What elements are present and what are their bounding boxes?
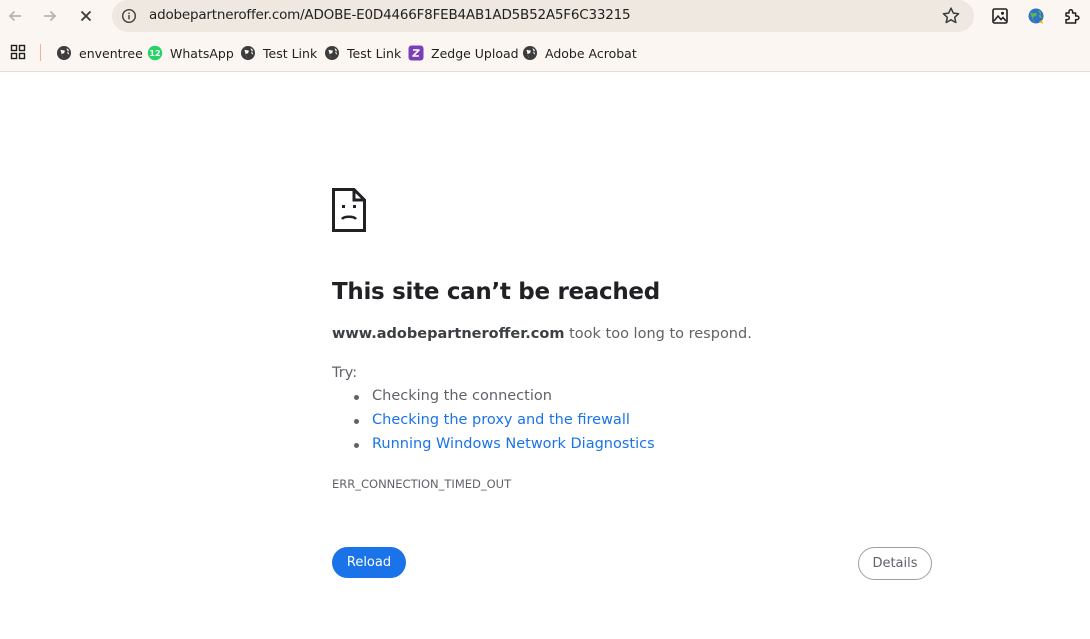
bookmark-zedge-upload[interactable]: Zedge Upload bbox=[408, 43, 519, 63]
bookmark-test-link-1[interactable]: Test Link bbox=[240, 43, 317, 63]
extensions-button[interactable] bbox=[1061, 5, 1083, 27]
bookmark-label: Test Link bbox=[263, 45, 318, 61]
arrow-right-icon bbox=[44, 10, 57, 22]
puzzle-icon bbox=[1065, 8, 1080, 24]
try-label: Try: bbox=[332, 365, 358, 381]
forward-button[interactable] bbox=[36, 3, 64, 29]
arrow-left-icon bbox=[8, 10, 21, 22]
error-code: ERR_CONNECTION_TIMED_OUT bbox=[332, 477, 512, 491]
close-icon bbox=[80, 10, 92, 22]
bookmark-star-icon[interactable] bbox=[940, 5, 962, 27]
site-info-icon[interactable] bbox=[121, 8, 137, 24]
suggestion-network-diagnostics-link[interactable]: Running Windows Network Diagnostics bbox=[354, 436, 655, 460]
bookmark-test-link-2[interactable]: Test Link bbox=[324, 43, 401, 63]
globe-icon bbox=[325, 46, 339, 60]
bookmark-label: Zedge Upload bbox=[431, 45, 519, 61]
bookmark-adobe-acrobat[interactable]: Adobe Acrobat bbox=[522, 43, 637, 63]
error-title: This site can’t be reached bbox=[332, 279, 660, 305]
suggestion-check-connection: Checking the connection bbox=[354, 388, 655, 412]
details-button[interactable]: Details bbox=[858, 547, 932, 580]
error-message: took too long to respond. bbox=[564, 326, 752, 342]
back-button[interactable] bbox=[1, 3, 29, 29]
stop-loading-button[interactable] bbox=[72, 3, 100, 29]
bookmark-label: WhatsApp bbox=[170, 45, 234, 61]
suggestion-check-proxy-firewall-link[interactable]: Checking the proxy and the firewall bbox=[354, 412, 655, 436]
image-icon bbox=[992, 8, 1008, 24]
bookmark-label: Adobe Acrobat bbox=[545, 45, 637, 61]
globe-icon bbox=[241, 46, 255, 60]
bookmarks-separator bbox=[40, 44, 41, 61]
whatsapp-icon: 12 bbox=[147, 45, 163, 61]
error-description: www.adobepartneroffer.com took too long … bbox=[332, 326, 752, 342]
address-bar[interactable]: adobepartneroffer.com/ADOBE-E0D4466F8FEB… bbox=[112, 0, 974, 32]
suggestions-list: Checking the connection Checking the pro… bbox=[354, 388, 655, 460]
bookmarks-bar: enventree 12 WhatsApp Test Link Test Lin… bbox=[0, 34, 1090, 72]
error-page: This site can’t be reached www.adobepart… bbox=[0, 73, 1090, 639]
bookmark-label: enventree bbox=[79, 45, 143, 61]
reload-button[interactable]: Reload bbox=[332, 547, 406, 578]
error-host: www.adobepartneroffer.com bbox=[332, 326, 565, 342]
apps-grid-icon[interactable] bbox=[10, 44, 26, 60]
bookmark-whatsapp[interactable]: 12 WhatsApp bbox=[147, 43, 234, 63]
zedge-icon bbox=[408, 45, 424, 61]
globe-extension-button[interactable] bbox=[1025, 5, 1047, 27]
image-extension-button[interactable] bbox=[989, 5, 1011, 27]
globe-icon bbox=[57, 46, 71, 60]
bookmark-enventree[interactable]: enventree bbox=[56, 43, 143, 63]
globe-icon bbox=[523, 46, 537, 60]
globe-extension-icon bbox=[1028, 8, 1044, 24]
sad-document-icon bbox=[332, 188, 366, 232]
bookmark-label: Test Link bbox=[347, 45, 402, 61]
whatsapp-badge: 12 bbox=[149, 49, 160, 58]
address-bar-url[interactable]: adobepartneroffer.com/ADOBE-E0D4466F8FEB… bbox=[149, 7, 631, 23]
browser-toolbar: adobepartneroffer.com/ADOBE-E0D4466F8FEB… bbox=[0, 0, 1090, 34]
